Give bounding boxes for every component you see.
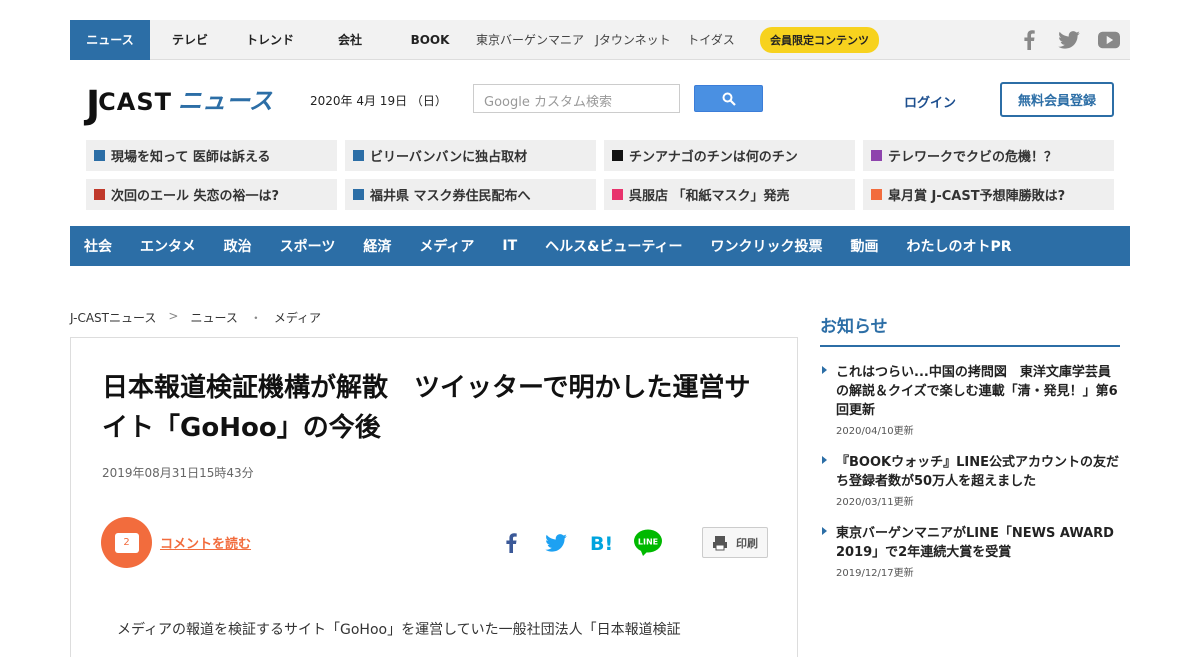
topnav-item-jtown[interactable]: Jタウンネット (590, 20, 676, 60)
notice-title: 『BOOKウォッチ』LINE公式アカウントの友だち登録者数が50万人を超えました (836, 455, 1119, 489)
notice-title: 東京バーゲンマニアがLINE「NEWS AWARD 2019」で2年連続大賞を受… (836, 526, 1114, 560)
search-button[interactable] (694, 85, 763, 112)
logo-news: ニュース (177, 87, 273, 115)
pickup-label: ビリーバンバンに独占取材 (370, 150, 528, 165)
breadcrumb-home[interactable]: J-CASTニュース (70, 309, 156, 326)
notice-date: 2019/12/17更新 (836, 568, 914, 579)
comment-button[interactable]: 2 (101, 517, 152, 568)
pickup-item[interactable]: ビリーバンバンに独占取材 (345, 140, 596, 171)
notice-sidebar: お知らせ これはつらい...中国の拷問図 東洋文庫学芸員の解説＆クイズで楽しむ連… (820, 312, 1120, 579)
pickup-marker (353, 189, 364, 200)
pickup-marker (353, 150, 364, 161)
pickup-label: テレワークでクビの危機！？ (888, 150, 1058, 165)
article-title: 日本報道検証機構が解散 ツイッターで明かした運営サイト「GoHoo」の今後 (102, 373, 751, 443)
sidebar-title: お知らせ (820, 312, 1120, 347)
breadcrumb: J-CASTニュース > ニュース ・ メディア (70, 309, 321, 326)
pickup-marker (612, 189, 623, 200)
category-it[interactable]: IT (502, 238, 517, 254)
category-video[interactable]: 動画 (851, 236, 879, 256)
pickup-item[interactable]: 現場を知って 医師は訴える (86, 140, 337, 171)
topnav-item-company[interactable]: 会社 (310, 20, 390, 60)
facebook-icon[interactable] (1018, 29, 1040, 51)
breadcrumb-media[interactable]: メディア (274, 309, 321, 326)
notice-item[interactable]: 『BOOKウォッチ』LINE公式アカウントの友だち登録者数が50万人を超えました… (820, 453, 1120, 508)
chevron-right-icon (822, 527, 827, 535)
comment-count: 2 (114, 532, 139, 553)
pickup-marker (871, 189, 882, 200)
search-input[interactable]: Google カスタム検索 (473, 84, 680, 113)
pickup-item[interactable]: チンアナゴのチンは何のチン (604, 140, 855, 171)
category-one-click-vote[interactable]: ワンクリック投票 (711, 236, 823, 256)
register-button[interactable]: 無料会員登録 (1000, 82, 1114, 117)
pickup-label: 現場を知って 医師は訴える (111, 150, 271, 165)
category-sports[interactable]: スポーツ (280, 236, 336, 256)
notice-item[interactable]: これはつらい...中国の拷問図 東洋文庫学芸員の解説＆クイズで楽しむ連載「清・発… (820, 363, 1120, 437)
chevron-right-icon (822, 366, 827, 374)
topnav-item-bargain[interactable]: 東京バーゲンマニア (470, 20, 590, 60)
social-links (1018, 20, 1120, 60)
topnav-item-trend[interactable]: トレンド (230, 20, 310, 60)
jcast-logo[interactable]: J CAST ニュース (86, 80, 273, 124)
pickup-links: 現場を知って 医師は訴える ビリーバンバンに独占取材 チンアナゴのチンは何のチン… (86, 140, 1114, 210)
category-entertainment[interactable]: エンタメ (140, 236, 196, 256)
category-media[interactable]: メディア (419, 236, 474, 256)
current-date: 2020年 4月 19日 （日） (310, 94, 447, 108)
topnav-item-toidas[interactable]: トイダス (676, 20, 746, 60)
print-label: 印刷 (736, 536, 758, 550)
article-published-date: 2019年08月31日15時43分 (102, 466, 254, 480)
pickup-label: 福井県 マスク券住民配布へ (370, 189, 531, 204)
pickup-marker (94, 189, 105, 200)
pickup-label: チンアナゴのチンは何のチン (629, 150, 798, 165)
pickup-item[interactable]: 皐月賞 J-CAST予想陣勝敗は? (863, 179, 1114, 210)
category-society[interactable]: 社会 (84, 236, 112, 256)
category-politics[interactable]: 政治 (224, 236, 252, 256)
pickup-item[interactable]: 呉服店 「和紙マスク」発売 (604, 179, 855, 210)
twitter-icon[interactable] (1058, 29, 1080, 51)
notice-item[interactable]: 東京バーゲンマニアがLINE「NEWS AWARD 2019」で2年連続大賞を受… (820, 524, 1120, 579)
print-button[interactable]: 印刷 (702, 527, 768, 558)
pickup-item[interactable]: 福井県 マスク券住民配布へ (345, 179, 596, 210)
pickup-label: 次回のエール 失恋の裕一は? (111, 189, 280, 204)
pickup-marker (612, 150, 623, 161)
read-comments-link[interactable]: コメントを読む (160, 533, 251, 552)
search-icon (722, 92, 736, 106)
share-line-icon[interactable]: LINE (632, 528, 664, 558)
breadcrumb-news[interactable]: ニュース (190, 309, 237, 326)
login-link[interactable]: ログイン (904, 92, 956, 111)
pickup-item[interactable]: テレワークでクビの危機！？ (863, 140, 1114, 171)
share-twitter-icon[interactable] (540, 528, 572, 558)
pickup-label: 呉服店 「和紙マスク」発売 (629, 189, 790, 204)
notice-date: 2020/03/11更新 (836, 497, 914, 508)
topnav-item-book[interactable]: BOOK (390, 20, 470, 60)
member-content-pill[interactable]: 会員限定コンテンツ (760, 26, 879, 53)
share-hatena-bookmark-icon[interactable]: B! (586, 528, 618, 558)
pickup-marker (871, 150, 882, 161)
youtube-icon[interactable] (1098, 29, 1120, 51)
category-economy[interactable]: 経済 (363, 236, 391, 256)
svg-text:B!: B! (590, 533, 613, 553)
chevron-right-icon (822, 456, 827, 464)
breadcrumb-separator: ・ (249, 311, 262, 325)
topnav-item-news[interactable]: ニュース (70, 19, 150, 60)
topnav-item-tv[interactable]: テレビ (150, 20, 230, 60)
breadcrumb-separator: > (168, 309, 179, 323)
print-icon (713, 535, 727, 550)
category-my-oto-pr[interactable]: わたしのオトPR (907, 236, 1012, 256)
pickup-item[interactable]: 次回のエール 失恋の裕一は? (86, 179, 337, 210)
top-nav: ニュース テレビ トレンド 会社 BOOK 東京バーゲンマニア Jタウンネット … (70, 19, 1130, 60)
svg-text:LINE: LINE (638, 538, 658, 547)
pickup-label: 皐月賞 J-CAST予想陣勝敗は? (888, 189, 1066, 204)
notice-title: これはつらい...中国の拷問図 東洋文庫学芸員の解説＆クイズで楽しむ連載「清・発… (836, 365, 1118, 418)
logo-cast: CAST (98, 88, 172, 116)
article-card: 日本報道検証機構が解散 ツイッターで明かした運営サイト「GoHoo」の今後 20… (70, 337, 798, 657)
article-body-lead: メディアの報道を検証するサイト「GoHoo」を運営していた一般社団法人「日本報道… (117, 622, 681, 638)
site-header: J CAST ニュース 2020年 4月 19日 （日） Google カスタム… (70, 72, 1130, 128)
category-nav: 社会 エンタメ 政治 スポーツ 経済 メディア IT ヘルス&ビューティー ワン… (70, 226, 1130, 266)
category-health-beauty[interactable]: ヘルス&ビューティー (545, 236, 682, 256)
notice-date: 2020/04/10更新 (836, 426, 914, 437)
pickup-marker (94, 150, 105, 161)
share-facebook-icon[interactable] (495, 528, 527, 558)
